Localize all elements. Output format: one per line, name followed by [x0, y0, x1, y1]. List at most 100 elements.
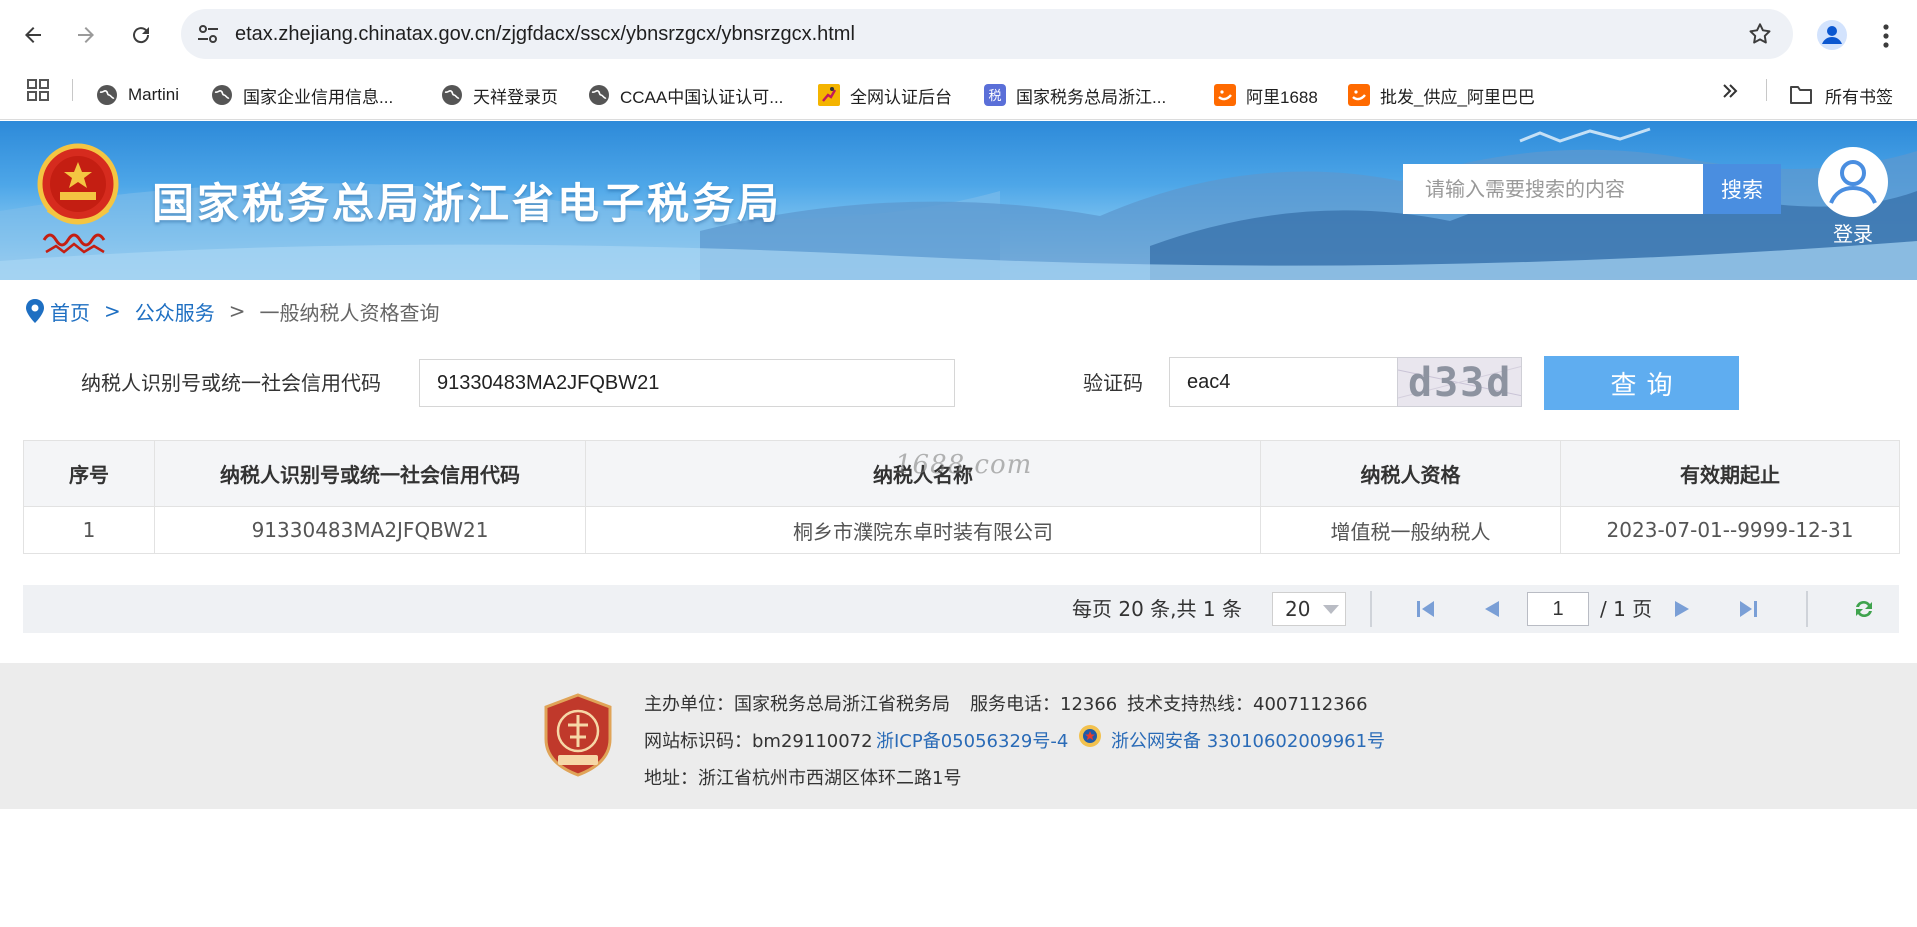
total-pages: / 1 页 — [1600, 597, 1653, 621]
site-title: 国家税务总局浙江省电子税务局 — [152, 179, 783, 228]
prev-page-icon[interactable] — [1480, 597, 1504, 621]
national-emblem-logo — [37, 143, 119, 254]
location-pin-icon — [26, 299, 44, 323]
login-link[interactable]: 登录 — [1833, 218, 1873, 247]
cell-qualification: 增值税一般纳税人 — [1260, 506, 1561, 554]
breadcrumb-separator: > — [104, 299, 121, 323]
col-header-validity: 有效期起止 — [1560, 440, 1900, 507]
globe-icon — [441, 84, 463, 106]
footer-police-link[interactable]: 浙公网安备 33010602009961号 — [1111, 727, 1385, 753]
footer-support-hotline: 技术支持热线：4007112366 — [1127, 694, 1368, 715]
pager-divider — [1370, 591, 1372, 627]
chevron-double-right-icon[interactable] — [1719, 80, 1741, 102]
folder-label: 所有书签 — [1825, 87, 1893, 108]
reload-icon — [133, 27, 150, 44]
col-header-index: 序号 — [23, 440, 155, 507]
police-link-text[interactable]: 浙公网安备 33010602009961号 — [1111, 731, 1385, 752]
page-size-select[interactable]: 20 — [1272, 592, 1346, 626]
url-text[interactable]: etax.zhejiang.chinatax.gov.cn/zjgfdacx/s… — [235, 9, 855, 59]
bookmark-label: CCAA中国认证认可... — [620, 87, 784, 107]
bookmark-ali1688[interactable]: 阿里1688 — [1214, 70, 1318, 120]
browser-toolbar: etax.zhejiang.chinatax.gov.cn/zjgfdacx/s… — [0, 0, 1917, 70]
cell-index: 1 — [23, 506, 155, 554]
breadcrumb-current: 一般纳税人资格查询 — [259, 300, 440, 325]
captcha-image[interactable]: d33d — [1397, 357, 1522, 407]
bookmarks-separator — [72, 79, 73, 101]
government-badge-icon[interactable] — [542, 693, 614, 777]
last-page-icon[interactable] — [1736, 597, 1760, 621]
breadcrumb-public-service[interactable]: 公众服务 — [135, 297, 215, 326]
breadcrumb-home[interactable]: 首页 — [50, 297, 90, 326]
table-row: 1 91330483MA2JFQBW21 桐乡市濮院东卓时装有限公司 增值税一般… — [23, 506, 1900, 554]
refresh-icon[interactable] — [1852, 597, 1876, 621]
col-header-qualification: 纳税人资格 — [1260, 440, 1561, 507]
bookmark-wholesale[interactable]: 批发_供应_阿里巴巴 — [1348, 70, 1535, 120]
cell-taxpayer-name: 桐乡市濮院东卓时装有限公司 — [585, 506, 1261, 554]
tax-badge-text: 税 — [988, 89, 1001, 104]
tax-id-input[interactable] — [419, 359, 955, 407]
alibaba-icon — [1214, 84, 1236, 106]
bookmark-label: 批发_供应_阿里巴巴 — [1380, 87, 1535, 107]
footer-sponsor: 主办单位：国家税务总局浙江省税务局 — [644, 694, 950, 715]
bookmark-label: Martini — [128, 85, 180, 104]
captcha-input[interactable] — [1169, 357, 1404, 407]
footer-service-phone: 服务电话：12366 — [970, 694, 1118, 715]
pager-divider — [1806, 591, 1808, 627]
folder-icon — [1790, 86, 1812, 104]
profile-icon[interactable] — [1816, 19, 1848, 51]
reload-button[interactable] — [123, 17, 159, 53]
watermark-text: 1688.com — [895, 450, 1033, 480]
globe-icon — [211, 84, 233, 106]
query-button[interactable]: 查询 — [1544, 356, 1739, 410]
page-summary: 每页 20 条,共 1 条 — [1072, 597, 1242, 621]
bookmark-label: 国家企业信用信息... — [243, 87, 394, 107]
bookmark-tax-bureau[interactable]: 税 国家税务总局浙江... — [984, 70, 1166, 120]
bookmark-label: 天祥登录页 — [473, 87, 558, 107]
alibaba-icon — [1348, 84, 1370, 106]
all-bookmarks-folder[interactable]: 所有书签 — [1789, 70, 1893, 120]
icp-link-text[interactable]: 浙ICP备05056329号-4 — [876, 731, 1068, 752]
site-settings-icon[interactable] — [195, 21, 221, 47]
captcha-label: 验证码 — [1083, 371, 1143, 395]
next-page-icon[interactable] — [1670, 597, 1694, 621]
tax-id-label: 纳税人识别号或统一社会信用代码 — [81, 371, 381, 395]
breadcrumb: 首页 > 公众服务 > 一般纳税人资格查询 — [24, 296, 440, 326]
more-menu-icon[interactable] — [1876, 22, 1896, 50]
current-page-input[interactable] — [1527, 592, 1589, 626]
footer-address: 地址：浙江省杭州市西湖区体环二路1号 — [644, 768, 962, 789]
chevron-down-icon — [1323, 605, 1339, 614]
bookmark-label: 全网认证后台 — [850, 87, 952, 107]
cell-validity: 2023-07-01--9999-12-31 — [1560, 506, 1900, 554]
bookmark-star-icon[interactable] — [1747, 21, 1773, 47]
arrow-left-icon — [25, 27, 41, 43]
tax-badge-icon: 税 — [984, 84, 1006, 106]
police-badge-icon — [1079, 725, 1101, 747]
site-search-input[interactable] — [1403, 164, 1703, 214]
first-page-icon[interactable] — [1414, 597, 1438, 621]
forward-button[interactable] — [68, 17, 104, 53]
runner-logo-icon — [818, 84, 840, 106]
bookmarks-separator — [1766, 79, 1767, 101]
back-button[interactable] — [15, 17, 51, 53]
footer-site-id: 网站标识码：bm29110072 — [644, 731, 873, 752]
cell-tax-id: 91330483MA2JFQBW21 — [154, 506, 586, 554]
user-avatar-icon[interactable] — [1816, 145, 1890, 219]
site-search-button[interactable]: 搜索 — [1703, 164, 1781, 214]
breadcrumb-separator: > — [228, 299, 246, 323]
bookmark-martini[interactable]: Martini — [96, 70, 179, 120]
bookmark-ccaa[interactable]: CCAA中国认证认可... — [588, 70, 783, 120]
address-bar[interactable]: etax.zhejiang.chinatax.gov.cn/zjgfdacx/s… — [181, 9, 1793, 59]
globe-icon — [96, 84, 118, 106]
globe-icon — [588, 84, 610, 106]
arrow-right-icon — [78, 27, 94, 43]
pagination-bar: 每页 20 条,共 1 条 20 / 1 页 — [23, 585, 1899, 633]
bookmark-enterprise-credit[interactable]: 国家企业信用信息... — [211, 70, 393, 120]
bookmark-label: 国家税务总局浙江... — [1016, 87, 1167, 107]
col-header-tax-id: 纳税人识别号或统一社会信用代码 — [154, 440, 586, 507]
bookmark-cert-admin[interactable]: 全网认证后台 — [818, 70, 952, 120]
bookmark-label: 阿里1688 — [1246, 87, 1318, 107]
captcha-text: d33d — [1408, 360, 1513, 406]
apps-grid-icon[interactable] — [26, 78, 50, 102]
footer-icp-link[interactable]: 浙ICP备05056329号-4 — [876, 727, 1068, 753]
bookmark-tianxiang-login[interactable]: 天祥登录页 — [441, 70, 558, 120]
